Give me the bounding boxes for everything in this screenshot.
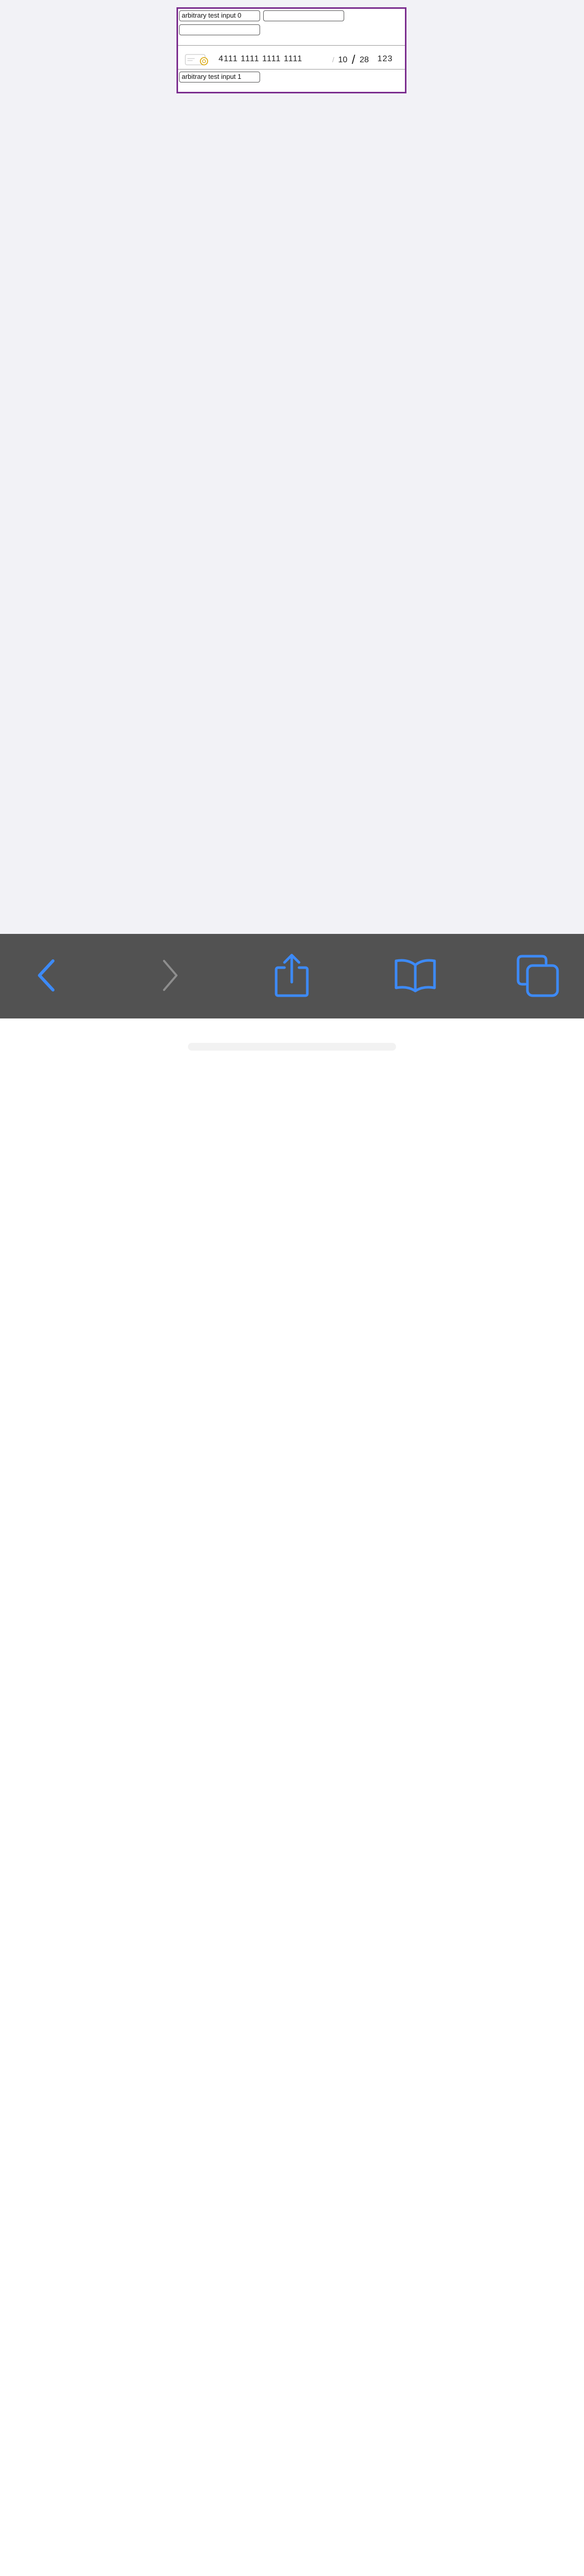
credit-card-icon — [185, 54, 208, 65]
forward-chevron-icon — [163, 960, 178, 991]
back-button[interactable] — [21, 949, 73, 1001]
expiry-placeholder-mark: / — [332, 56, 334, 64]
bookmarks-button[interactable] — [389, 949, 441, 1001]
text-input-empty-b[interactable] — [179, 24, 260, 35]
card-number-field[interactable]: 4111 1111 1111 1111 — [219, 54, 303, 64]
share-icon — [275, 954, 309, 997]
text-input-0[interactable]: arbitrary test input 0 — [179, 10, 260, 21]
cvc-field[interactable]: 123 — [377, 54, 393, 64]
expiry-year: 28 — [359, 56, 369, 64]
divider-top — [178, 45, 405, 46]
share-button[interactable] — [266, 949, 318, 1001]
back-chevron-icon — [38, 959, 55, 991]
forward-button[interactable] — [143, 949, 195, 1001]
text-input-empty-a[interactable] — [263, 10, 344, 21]
home-indicator[interactable] — [188, 1043, 396, 1051]
page-background — [0, 0, 584, 934]
expiry-month: 10 — [338, 56, 348, 64]
card-input-row[interactable]: 4111 1111 1111 1111 / 10 / 28 123 — [178, 47, 405, 71]
expiry-date-field[interactable]: / 10 / 28 — [332, 53, 369, 67]
tabs-button[interactable] — [511, 949, 563, 1001]
payment-form-frame: arbitrary test input 0 4111 1111 1111 11… — [176, 7, 406, 93]
tabs-icon — [517, 955, 559, 997]
bookmarks-icon — [395, 959, 436, 993]
safari-bottom-toolbar — [0, 934, 584, 1018]
text-input-1[interactable]: arbitrary test input 1 — [179, 72, 260, 82]
expiry-separator: / — [351, 53, 356, 67]
divider-bottom — [178, 69, 405, 70]
